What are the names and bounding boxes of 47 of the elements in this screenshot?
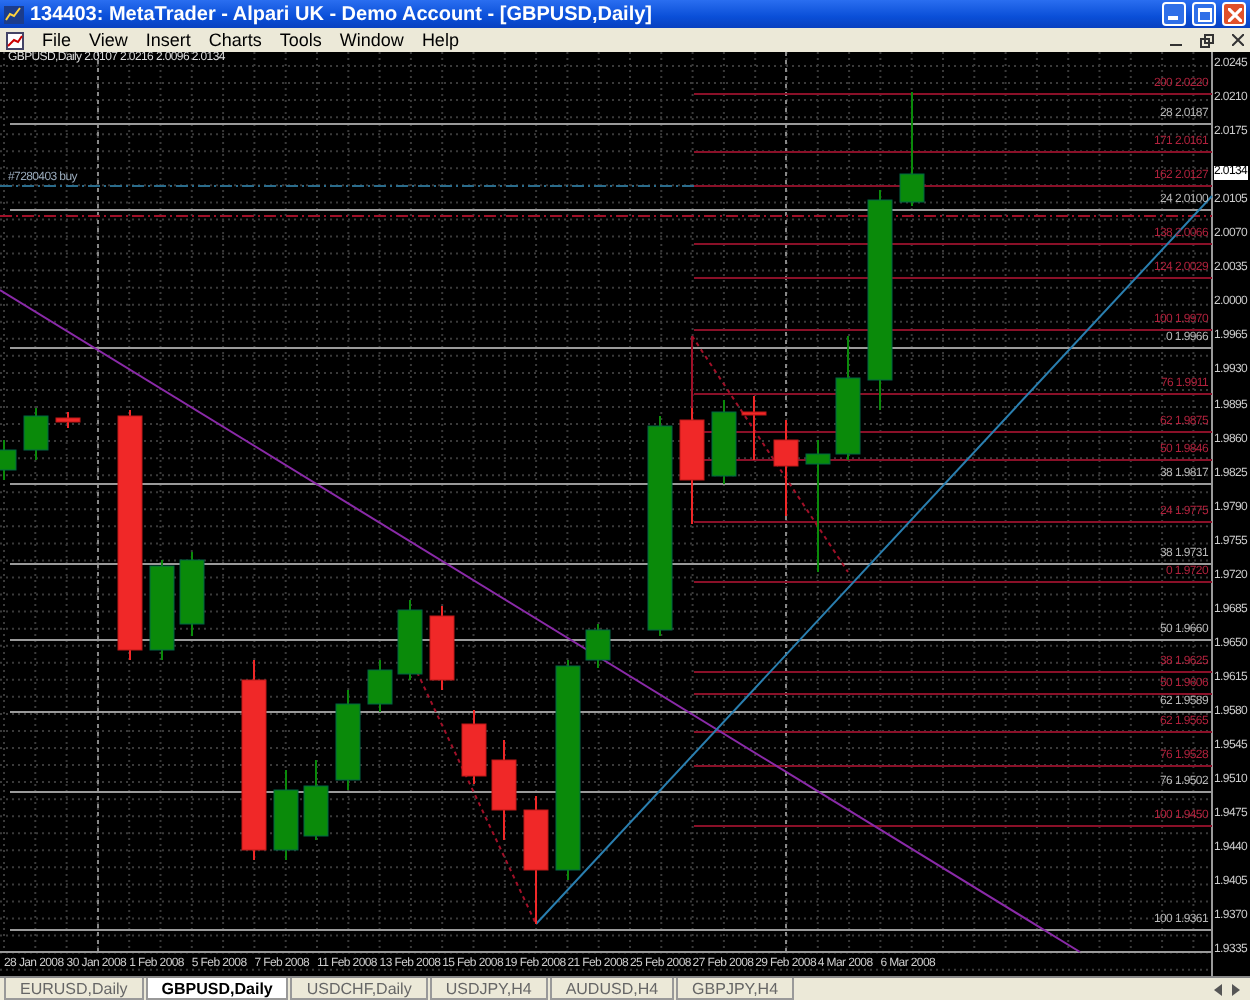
close-button[interactable] [1222, 2, 1246, 26]
maximize-button[interactable] [1192, 2, 1216, 26]
candlestick [429, 605, 455, 691]
candlestick [585, 623, 611, 669]
close-icon[interactable] [1232, 34, 1244, 46]
menu-item[interactable]: Insert [145, 30, 191, 50]
scroll-left-icon[interactable] [1214, 983, 1224, 995]
minimize-button[interactable] [1162, 2, 1186, 26]
restore-icon[interactable] [1200, 33, 1214, 47]
candlestick [23, 407, 49, 461]
chart-tab[interactable]: EURUSD,Daily [4, 978, 144, 1000]
candlestick [491, 739, 517, 841]
maximize-icon [1197, 7, 1211, 21]
candlestick [179, 551, 205, 637]
chart-tab[interactable]: GBPUSD,Daily [145, 978, 289, 1000]
candlestick [741, 395, 767, 461]
candlestick [335, 689, 361, 791]
chart-tab[interactable]: GBPJPY,H4 [676, 978, 795, 1000]
app-icon [4, 5, 24, 23]
menu-item[interactable]: Window [339, 30, 404, 50]
menu-item[interactable]: Charts [208, 30, 262, 50]
close-icon [1227, 7, 1241, 21]
menu-item[interactable]: Help [421, 30, 459, 50]
candlestick [899, 91, 925, 207]
menu-item[interactable]: File [42, 30, 72, 50]
candlestick [835, 335, 861, 461]
chart-tab[interactable]: AUDUSD,H4 [549, 978, 675, 1000]
window-title: 134403: MetaTrader - Alpari UK - Demo Account - [GBPUSD,Daily] [30, 3, 654, 25]
candlestick [149, 559, 175, 661]
chart-icon [6, 31, 24, 49]
candlestick [773, 419, 799, 517]
candlestick [711, 399, 737, 485]
candlestick [679, 407, 705, 525]
scroll-right-icon[interactable] [1232, 983, 1242, 995]
candlestick [55, 411, 81, 429]
chart-tab[interactable]: USDJPY,H4 [429, 978, 548, 1000]
candlestick [397, 599, 423, 681]
candlestick [273, 769, 299, 861]
candlestick [367, 659, 393, 713]
candlestick [523, 795, 549, 925]
candlestick [805, 439, 831, 573]
menu-item[interactable]: View [89, 30, 128, 50]
candlestick [461, 709, 487, 785]
candlestick [303, 759, 329, 841]
candlestick [0, 439, 17, 481]
menu-item[interactable]: Tools [279, 30, 322, 50]
chart-tab[interactable]: USDCHF,Daily [290, 978, 428, 1000]
